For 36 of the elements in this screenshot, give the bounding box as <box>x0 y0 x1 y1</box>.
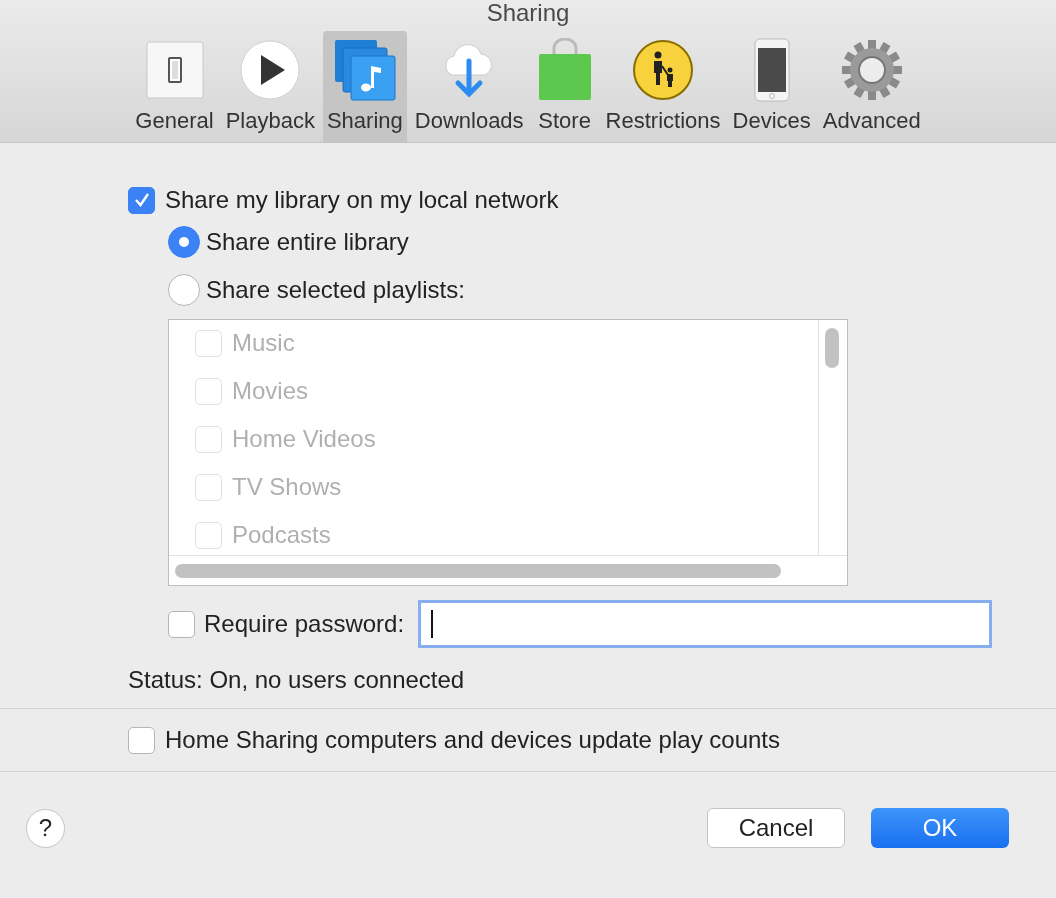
playlist-label: TV Shows <box>232 472 342 502</box>
switch-icon <box>144 40 205 100</box>
password-label: Require password: <box>204 609 405 639</box>
phone-icon <box>753 38 790 102</box>
ok-button[interactable]: OK <box>871 808 1009 848</box>
help-button[interactable]: ? <box>26 808 65 848</box>
playlist-label: Podcasts <box>232 520 331 550</box>
password-field[interactable] <box>418 600 993 648</box>
radio-label: Share entire library <box>206 227 409 257</box>
checkbox[interactable] <box>168 610 195 638</box>
preference-tab[interactable]: General <box>131 31 218 142</box>
preference-tab[interactable]: Store <box>531 31 598 142</box>
gear-icon <box>839 38 904 102</box>
preference-tab[interactable]: Devices <box>728 31 815 142</box>
checkbox[interactable] <box>128 186 155 214</box>
radio-button[interactable] <box>168 274 200 306</box>
music-note-stack-icon <box>332 38 397 102</box>
preference-tab[interactable]: Playback <box>221 31 319 142</box>
radio-button[interactable] <box>168 226 200 258</box>
cancel-button[interactable]: Cancel <box>707 808 845 848</box>
play-counts-label: Home Sharing computers and devices update play counts <box>165 725 781 755</box>
playlist-label: Music <box>232 328 295 358</box>
play-icon <box>239 39 302 101</box>
preference-tab[interactable]: Sharing <box>322 31 407 142</box>
radio-label: Share selected playlists: <box>206 275 465 305</box>
share-library-label: Share my library on my local network <box>165 185 559 215</box>
status-text: Status: On, no users connected <box>128 665 466 692</box>
window-title: Sharing <box>486 0 570 26</box>
playlist-label: Home Videos <box>232 424 376 454</box>
preference-tab[interactable]: Restrictions <box>601 31 725 142</box>
checkmark-icon <box>132 191 151 209</box>
checkbox[interactable] <box>128 726 155 754</box>
playlist-label: Movies <box>232 376 309 406</box>
preference-tab[interactable]: Downloads <box>410 31 528 142</box>
parent-child-icon <box>632 39 695 101</box>
preference-tab[interactable]: Advanced <box>818 31 925 142</box>
